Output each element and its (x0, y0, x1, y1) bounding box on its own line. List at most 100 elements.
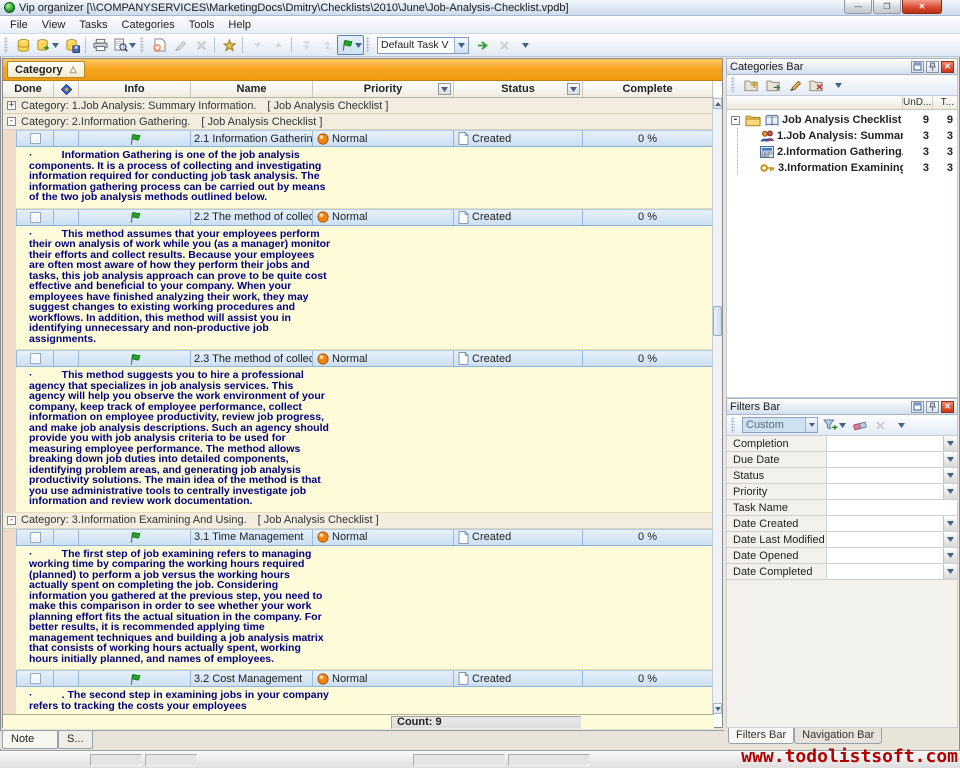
new-database-button[interactable] (12, 35, 33, 55)
apply-filter-button[interactable] (821, 416, 847, 434)
column-header-complete[interactable]: Complete (583, 81, 713, 97)
done-checkbox[interactable] (30, 133, 41, 144)
move-top-button[interactable] (316, 35, 337, 55)
column-header-status[interactable]: Status (454, 81, 583, 97)
print-preview-button[interactable] (110, 35, 138, 55)
filter-value-input[interactable] (827, 468, 943, 483)
column-filter-dropdown[interactable] (438, 83, 451, 95)
scroll-up-arrow[interactable] (713, 98, 722, 109)
collapse-icon[interactable]: - (731, 116, 740, 125)
filter-dropdown[interactable] (943, 548, 957, 563)
task-row[interactable]: 2.2 The method of collecting Normal Crea… (16, 209, 713, 226)
scroll-thumb[interactable] (713, 306, 722, 336)
filter-value-input[interactable] (827, 436, 943, 451)
filter-value-input[interactable] (827, 452, 943, 467)
clear-filter-button[interactable] (850, 416, 868, 434)
dropdown-arrow-icon[interactable] (355, 43, 362, 48)
collapse-icon[interactable]: - (7, 516, 16, 525)
menu-tools[interactable]: Tools (182, 17, 222, 33)
cancel-view-button[interactable] (493, 35, 514, 55)
edit-task-button[interactable] (169, 35, 190, 55)
vertical-scrollbar[interactable] (712, 98, 722, 714)
task-note-row[interactable]: · The first step of job examining refers… (16, 546, 713, 671)
move-down-button[interactable] (246, 35, 267, 55)
task-view-dropdown[interactable] (454, 38, 468, 53)
open-database-button[interactable] (33, 35, 61, 55)
print-button[interactable] (89, 35, 110, 55)
task-note-row[interactable]: · . The second step in examining jobs in… (16, 687, 713, 714)
dropdown-arrow-icon[interactable] (839, 423, 846, 428)
filter-value-input[interactable] (827, 532, 943, 547)
close-button[interactable]: ✕ (902, 0, 942, 14)
edit-category-button[interactable] (786, 76, 804, 94)
toolbar-grip[interactable] (4, 37, 8, 53)
category-group-row[interactable]: -Category: 2.Information Gathering.[ Job… (3, 114, 713, 130)
menu-file[interactable]: File (3, 17, 35, 33)
filter-dropdown[interactable] (943, 436, 957, 451)
task-row[interactable]: 3.2 Cost Management Normal Created0 % (16, 670, 713, 687)
column-header-priority[interactable]: Priority (313, 81, 454, 97)
complete-task-button[interactable] (218, 35, 239, 55)
category-tree-item[interactable]: -Job Analysis Checklist99 (727, 112, 957, 128)
filter-preset-combo[interactable]: Custom (742, 417, 818, 433)
filter-value-input[interactable] (827, 516, 943, 531)
task-view-combo[interactable]: Default Task V (377, 37, 469, 54)
done-checkbox[interactable] (30, 673, 41, 684)
filter-dropdown[interactable] (943, 468, 957, 483)
category-tree-item[interactable]: 1.Job Analysis: Summary Inform33 (727, 128, 957, 144)
flag-button[interactable] (337, 35, 364, 55)
menu-tasks[interactable]: Tasks (72, 17, 114, 33)
new-task-button[interactable] (148, 35, 169, 55)
toolbar-options-button[interactable] (514, 35, 535, 55)
bottom-tab-s[interactable]: S... (58, 731, 93, 749)
new-category-button[interactable] (742, 76, 761, 94)
apply-view-button[interactable] (472, 35, 493, 55)
delete-category-button[interactable] (807, 76, 826, 94)
toolbar-grip[interactable] (366, 37, 370, 53)
scroll-down-arrow[interactable] (713, 703, 722, 714)
categories-options-button[interactable] (829, 76, 847, 94)
task-note-row[interactable]: · This method suggests you to hire a pro… (16, 367, 713, 513)
bottom-tab-note[interactable]: Note (2, 731, 58, 749)
category-tree-item[interactable]: 2.Information Gathering.33 (727, 144, 957, 160)
new-subcategory-button[interactable] (764, 76, 783, 94)
move-up-button[interactable] (267, 35, 288, 55)
column-header-done[interactable]: Done (3, 81, 54, 97)
undone-column-header[interactable]: UnD... (903, 96, 933, 109)
filter-value-input[interactable] (827, 548, 943, 563)
expand-icon[interactable]: + (7, 101, 16, 110)
filters-close-button[interactable]: ✕ (941, 401, 954, 413)
column-header-icon[interactable] (54, 81, 79, 97)
filter-value-input[interactable] (827, 484, 943, 499)
menu-view[interactable]: View (35, 17, 73, 33)
done-checkbox[interactable] (30, 212, 41, 223)
panel-tab-filters-bar[interactable]: Filters Bar (728, 728, 794, 744)
cancel-filter-button[interactable] (871, 416, 889, 434)
categories-restore-button[interactable] (911, 61, 924, 73)
column-header-name[interactable]: Name (191, 81, 313, 97)
categories-close-button[interactable]: ✕ (941, 61, 954, 73)
toolbar-grip[interactable] (731, 77, 735, 93)
group-by-category-button[interactable]: Category △ (7, 61, 85, 78)
toolbar-grip[interactable] (140, 37, 144, 53)
task-note-row[interactable]: · This method assumes that your employee… (16, 226, 713, 351)
filter-dropdown[interactable] (943, 564, 957, 579)
column-filter-dropdown[interactable] (567, 83, 580, 95)
menu-categories[interactable]: Categories (115, 17, 182, 33)
filter-preset-dropdown[interactable] (805, 418, 817, 432)
category-group-row[interactable]: -Category: 3.Information Examining And U… (3, 513, 713, 529)
total-column-header[interactable]: T... (933, 96, 957, 109)
toolbar-grip[interactable] (731, 417, 735, 433)
menu-help[interactable]: Help (221, 17, 258, 33)
category-tree-item[interactable]: 3.Information Examining And U33 (727, 160, 957, 176)
filter-value-input[interactable] (827, 564, 943, 579)
move-bottom-button[interactable] (295, 35, 316, 55)
filter-value-input[interactable] (827, 500, 957, 515)
column-header-info[interactable]: Info (79, 81, 191, 97)
minimize-button[interactable]: — (844, 0, 872, 14)
save-database-button[interactable] (61, 35, 82, 55)
task-row[interactable]: 2.3 The method of collecting Normal Crea… (16, 350, 713, 367)
filter-dropdown[interactable] (943, 452, 957, 467)
collapse-icon[interactable]: - (7, 117, 16, 126)
delete-task-button[interactable] (190, 35, 211, 55)
